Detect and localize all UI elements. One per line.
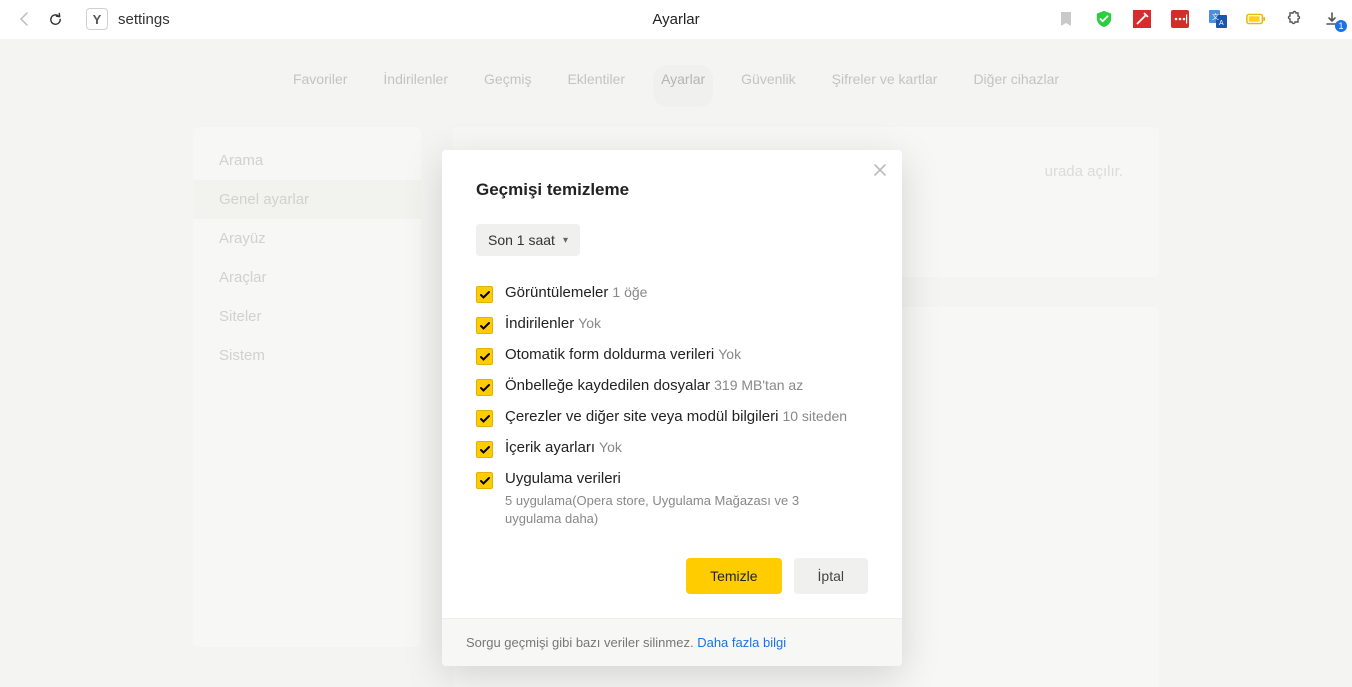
option-app-data: Uygulama verileri 5 uygulama(Opera store…: [476, 470, 868, 528]
checkbox-cache[interactable]: [476, 379, 493, 396]
modal-title: Geçmişi temizleme: [476, 180, 868, 200]
back-button[interactable]: [10, 4, 40, 34]
address-text[interactable]: settings: [118, 11, 170, 28]
option-sub: 319 MB'tan az: [714, 377, 803, 393]
checkbox-views[interactable]: [476, 286, 493, 303]
option-content-settings: İçerik ayarlarıYok: [476, 439, 868, 458]
svg-text:A: A: [1219, 20, 1224, 27]
clear-button[interactable]: Temizle: [686, 558, 781, 594]
option-label: Önbelleğe kaydedilen dosyalar: [505, 377, 710, 394]
downloads-badge: 1: [1335, 20, 1347, 32]
battery-icon[interactable]: [1246, 9, 1266, 29]
option-sub: 1 öğe: [612, 284, 647, 300]
reload-button[interactable]: [40, 4, 70, 34]
checkbox-cookies[interactable]: [476, 410, 493, 427]
page-title: Ayarlar: [652, 11, 699, 28]
option-label: İçerik ayarları: [505, 439, 595, 456]
translate-icon[interactable]: 文A: [1208, 9, 1228, 29]
option-sub: Yok: [578, 315, 601, 331]
footer-text: Sorgu geçmişi gibi bazı veriler silinmez…: [466, 635, 697, 650]
extensions-puzzle-icon[interactable]: [1284, 9, 1304, 29]
footer-more-link[interactable]: Daha fazla bilgi: [697, 635, 786, 650]
checkbox-app-data[interactable]: [476, 472, 493, 489]
option-views: Görüntülemeler1 öğe: [476, 284, 868, 303]
toolbar-right: 文A 1: [1056, 9, 1342, 29]
modal-actions: Temizle İptal: [476, 558, 868, 594]
option-cache: Önbelleğe kaydedilen dosyalar319 MB'tan …: [476, 377, 868, 396]
clear-options-list: Görüntülemeler1 öğe İndirilenlerYok Otom…: [476, 284, 868, 528]
downloads-icon[interactable]: 1: [1322, 9, 1342, 29]
checkbox-content-settings[interactable]: [476, 441, 493, 458]
option-label: İndirilenler: [505, 315, 574, 332]
option-subline: 5 uygulama(Opera store, Uygulama Mağazas…: [505, 492, 855, 528]
option-label: Otomatik form doldurma verileri: [505, 346, 714, 363]
modal-footer: Sorgu geçmişi gibi bazı veriler silinmez…: [442, 618, 902, 666]
modal-close-button[interactable]: [870, 160, 890, 180]
chevron-down-icon: ▾: [563, 235, 568, 246]
option-sub: Yok: [599, 439, 622, 455]
clear-history-modal: Geçmişi temizleme Son 1 saat ▾ Görüntüle…: [442, 150, 902, 666]
option-cookies: Çerezler ve diğer site veya modül bilgil…: [476, 408, 868, 427]
option-downloads: İndirilenlerYok: [476, 315, 868, 334]
option-autofill: Otomatik form doldurma verileriYok: [476, 346, 868, 365]
option-label: Çerezler ve diğer site veya modül bilgil…: [505, 408, 778, 425]
option-label: Uygulama verileri: [505, 470, 621, 487]
extension-lastpass-icon[interactable]: [1170, 9, 1190, 29]
cancel-button[interactable]: İptal: [794, 558, 868, 594]
svg-text:文: 文: [1212, 12, 1219, 21]
time-range-select[interactable]: Son 1 saat ▾: [476, 224, 580, 256]
bookmark-icon[interactable]: [1056, 9, 1076, 29]
option-label: Görüntülemeler: [505, 284, 608, 301]
time-range-value: Son 1 saat: [488, 232, 555, 248]
checkbox-autofill[interactable]: [476, 348, 493, 365]
browser-toolbar: Y settings Ayarlar 文A 1: [0, 0, 1352, 39]
settings-page: Favoriler İndirilenler Geçmiş Eklentiler…: [0, 39, 1352, 687]
option-sub: 10 siteden: [782, 408, 847, 424]
site-identity-icon[interactable]: Y: [86, 8, 108, 30]
option-sub: Yok: [718, 346, 741, 362]
protect-shield-icon[interactable]: [1094, 9, 1114, 29]
checkbox-downloads[interactable]: [476, 317, 493, 334]
extension-red-pencil-icon[interactable]: [1132, 9, 1152, 29]
